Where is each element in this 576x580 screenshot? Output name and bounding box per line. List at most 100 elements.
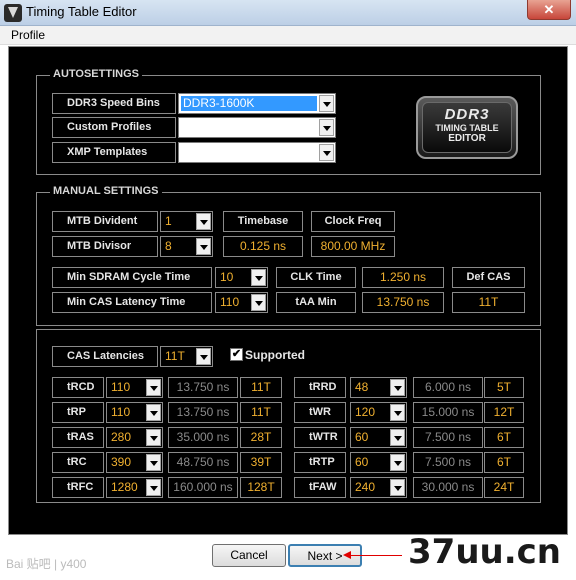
timing-select-twtr[interactable]: 60 <box>350 427 407 448</box>
autosettings-title: AUTOSETTINGS <box>50 68 142 80</box>
chevron-down-icon[interactable] <box>146 379 161 396</box>
timing-name-trfc: tRFC <box>52 477 104 498</box>
def-cas-value: 11T <box>452 292 525 313</box>
timing-value: 110 <box>111 380 131 394</box>
mtb-divident-value: 1 <box>165 214 172 228</box>
timing-select-tras[interactable]: 280 <box>106 427 163 448</box>
clock-freq-label: Clock Freq <box>311 211 395 232</box>
speed-bins-value: DDR3-1600K <box>181 96 317 111</box>
logo-line-2: TIMING TABLE <box>435 123 499 133</box>
close-button[interactable]: ✕ <box>527 0 571 20</box>
mtb-divisor-value: 8 <box>165 239 172 253</box>
timing-ns-tras: 35.000 ns <box>168 427 238 448</box>
timebase-label: Timebase <box>223 211 303 232</box>
timing-name-trc: tRC <box>52 452 104 473</box>
timing-ns-twtr: 7.500 ns <box>413 427 483 448</box>
min-cas-latency-value: 110 <box>220 295 240 309</box>
timing-value: 240 <box>355 480 376 494</box>
xmp-templates-select[interactable] <box>178 142 336 163</box>
timing-select-twr[interactable]: 120 <box>350 402 407 423</box>
min-sdram-cycle-value: 10 <box>220 270 234 284</box>
timing-select-trcd[interactable]: 110 <box>106 377 163 398</box>
timing-ns-trtp: 7.500 ns <box>413 452 483 473</box>
timing-name-trtp: tRTP <box>294 452 346 473</box>
min-cas-latency-select[interactable]: 110 <box>215 292 268 313</box>
cas-latencies-label: CAS Latencies <box>52 346 158 367</box>
timing-select-trp[interactable]: 110 <box>106 402 163 423</box>
chevron-down-icon[interactable] <box>196 238 211 255</box>
chevron-down-icon[interactable] <box>146 404 161 421</box>
manual-settings-title: MANUAL SETTINGS <box>50 185 162 197</box>
timing-value: 60 <box>355 430 369 444</box>
chevron-down-icon[interactable] <box>196 213 211 230</box>
timing-name-tfaw: tFAW <box>294 477 346 498</box>
timing-name-twtr: tWTR <box>294 427 346 448</box>
cas-latencies-select[interactable]: 11T <box>160 346 213 367</box>
speed-bins-select[interactable]: DDR3-1600K <box>178 93 336 114</box>
chevron-down-icon[interactable] <box>146 454 161 471</box>
timing-ns-trp: 13.750 ns <box>168 402 238 423</box>
chevron-down-icon[interactable] <box>319 95 334 112</box>
chevron-down-icon[interactable] <box>251 269 266 286</box>
chevron-down-icon[interactable] <box>146 479 161 496</box>
timing-select-trc[interactable]: 390 <box>106 452 163 473</box>
timing-t-twtr: 6T <box>484 427 524 448</box>
timing-t-trc: 39T <box>240 452 282 473</box>
timing-ns-trcd: 13.750 ns <box>168 377 238 398</box>
chevron-down-icon[interactable] <box>390 404 405 421</box>
supported-label: Supported <box>245 348 305 362</box>
clock-freq-value: 800.00 MHz <box>311 236 395 257</box>
clk-time-value: 1.250 ns <box>362 267 444 288</box>
chevron-down-icon[interactable] <box>251 294 266 311</box>
timing-select-trtp[interactable]: 60 <box>350 452 407 473</box>
timing-value: 48 <box>355 380 369 394</box>
chevron-down-icon[interactable] <box>146 429 161 446</box>
timing-t-trrd: 5T <box>484 377 524 398</box>
chevron-down-icon[interactable] <box>390 479 405 496</box>
timing-ns-trc: 48.750 ns <box>168 452 238 473</box>
mtb-divisor-label: MTB Divisor <box>52 236 158 257</box>
cancel-button[interactable]: Cancel <box>212 544 286 567</box>
custom-profiles-select[interactable] <box>178 117 336 138</box>
red-arrow-line <box>350 555 402 556</box>
timing-select-trfc[interactable]: 1280 <box>106 477 163 498</box>
chevron-down-icon[interactable] <box>196 348 211 365</box>
cas-latencies-value: 11T <box>165 349 185 363</box>
baidu-watermark: Bai 贴吧 | y400 <box>6 557 87 571</box>
xmp-templates-label: XMP Templates <box>52 142 176 163</box>
menu-bar: Profile <box>0 26 576 45</box>
timing-ns-trrd: 6.000 ns <box>413 377 483 398</box>
menu-profile[interactable]: Profile <box>11 28 45 42</box>
supported-checkbox[interactable]: ✔ <box>230 348 243 361</box>
timing-t-trcd: 11T <box>240 377 282 398</box>
timing-ns-tfaw: 30.000 ns <box>413 477 483 498</box>
timing-name-trrd: tRRD <box>294 377 346 398</box>
logo-line-1: DDR3 <box>444 106 490 123</box>
timing-name-trp: tRP <box>52 402 104 423</box>
min-sdram-cycle-select[interactable]: 10 <box>215 267 268 288</box>
timing-value: 390 <box>111 455 132 469</box>
app-logo-icon <box>4 4 22 22</box>
timing-name-trcd: tRCD <box>52 377 104 398</box>
timing-t-twr: 12T <box>484 402 524 423</box>
chevron-down-icon[interactable] <box>319 119 334 136</box>
timing-select-trrd[interactable]: 48 <box>350 377 407 398</box>
timing-t-trfc: 128T <box>240 477 282 498</box>
timing-name-twr: tWR <box>294 402 346 423</box>
timing-select-tfaw[interactable]: 240 <box>350 477 407 498</box>
timing-value: 110 <box>111 405 131 419</box>
chevron-down-icon[interactable] <box>319 144 334 161</box>
timing-name-tras: tRAS <box>52 427 104 448</box>
timebase-value: 0.125 ns <box>223 236 303 257</box>
chevron-down-icon[interactable] <box>390 429 405 446</box>
chevron-down-icon[interactable] <box>390 454 405 471</box>
speed-bins-label: DDR3 Speed Bins <box>52 93 176 114</box>
window-title: Timing Table Editor <box>26 4 137 19</box>
mtb-divident-select[interactable]: 1 <box>160 211 213 232</box>
timing-t-tras: 28T <box>240 427 282 448</box>
mtb-divisor-select[interactable]: 8 <box>160 236 213 257</box>
mtb-divident-label: MTB Divident <box>52 211 158 232</box>
timing-value: 60 <box>355 455 369 469</box>
chevron-down-icon[interactable] <box>390 379 405 396</box>
taa-min-label: tAA Min <box>276 292 356 313</box>
